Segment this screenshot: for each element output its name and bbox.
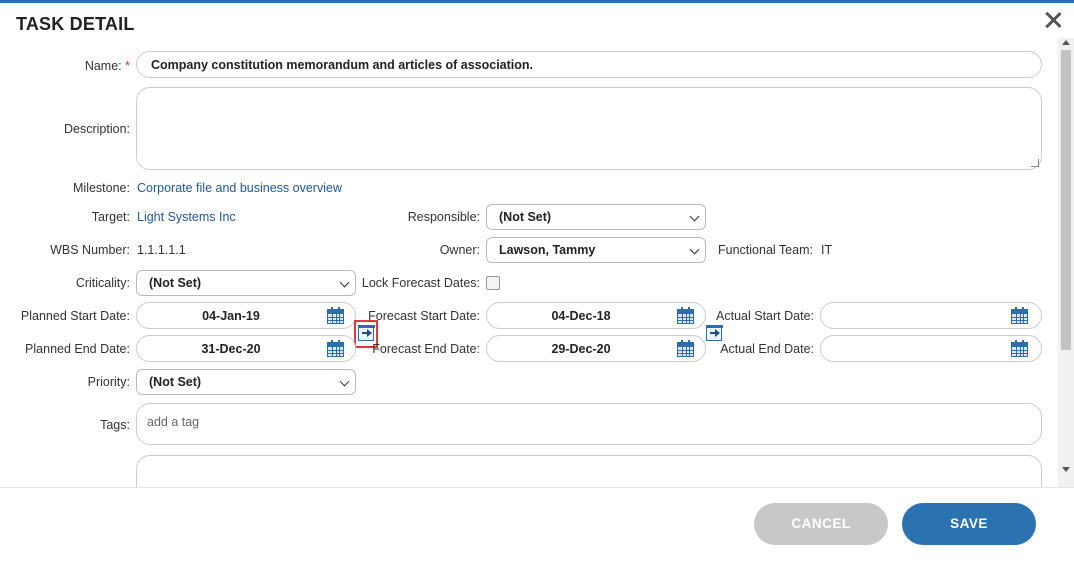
scroll-up-icon[interactable] [1062, 40, 1070, 45]
responsible-value: (Not Set) [499, 210, 552, 224]
vertical-scrollbar[interactable] [1058, 38, 1074, 487]
priority-select[interactable]: (Not Set) [136, 369, 356, 395]
criticality-label: Criticality: [75, 276, 130, 290]
actual-start-label: Actual Start Date: [716, 309, 814, 323]
close-icon[interactable] [1041, 8, 1065, 32]
forecast-end-field[interactable]: 29-Dec-20 [486, 335, 706, 362]
forecast-start-label: Forecast Start Date: [368, 309, 480, 323]
priority-label: Priority: [87, 375, 130, 389]
planned-end-label: Planned End Date: [25, 342, 130, 356]
planned-end-field[interactable]: 31-Dec-20 [136, 335, 356, 362]
actual-start-field[interactable] [820, 302, 1042, 329]
lock-forecast-label: Lock Forecast Dates: [361, 276, 480, 290]
priority-value: (Not Set) [149, 375, 202, 389]
required-marker: * [125, 59, 130, 73]
planned-end-value: 31-Dec-20 [201, 342, 261, 356]
chevron-down-icon [689, 211, 700, 222]
target-link[interactable]: Light Systems Inc [137, 210, 236, 224]
chevron-down-icon [339, 277, 350, 288]
task-detail-dialog: TASK DETAIL Name: * Company constitution… [0, 0, 1074, 562]
tags-placeholder: add a tag [147, 415, 200, 429]
calendar-icon[interactable] [327, 340, 344, 357]
planned-start-value: 04-Jan-19 [202, 309, 260, 323]
responsible-label: Responsible: [407, 210, 480, 224]
criticality-select[interactable]: (Not Set) [136, 270, 356, 296]
cancel-button[interactable]: CANCEL [754, 503, 888, 545]
resize-handle[interactable] [1031, 159, 1039, 167]
calendar-icon[interactable] [677, 307, 694, 324]
save-button[interactable]: SAVE [902, 503, 1036, 545]
scroll-thumb[interactable] [1061, 50, 1071, 350]
wbs-value: 1.1.1.1.1 [137, 243, 186, 257]
planned-start-field[interactable]: 04-Jan-19 [136, 302, 356, 329]
description-label: Description: [64, 122, 130, 136]
forecast-end-label: Forecast End Date: [372, 342, 480, 356]
lock-forecast-checkbox[interactable] [486, 276, 500, 290]
calendar-icon[interactable] [1011, 307, 1028, 324]
scroll-down-icon[interactable] [1062, 467, 1070, 472]
additional-field[interactable] [136, 455, 1042, 487]
calendar-icon[interactable] [327, 307, 344, 324]
forecast-start-field[interactable]: 04-Dec-18 [486, 302, 706, 329]
copy-date-arrow-icon[interactable] [358, 325, 375, 341]
dialog-footer: CANCEL SAVE [0, 487, 1074, 562]
functional-team-label: Functional Team: [718, 243, 813, 257]
target-label: Target: [91, 210, 130, 224]
name-field[interactable]: Company constitution memorandum and arti… [136, 51, 1042, 78]
name-label: Name: * [84, 59, 130, 73]
dialog-title: TASK DETAIL [16, 14, 135, 34]
owner-value: Lawson, Tammy [499, 243, 596, 257]
calendar-icon[interactable] [1011, 340, 1028, 357]
tags-input[interactable]: add a tag [136, 403, 1042, 445]
wbs-label: WBS Number: [50, 243, 130, 257]
criticality-value: (Not Set) [149, 276, 202, 290]
copy-date-arrow-icon[interactable] [706, 325, 723, 341]
dialog-body[interactable]: Name: * Company constitution memorandum … [0, 38, 1058, 487]
chevron-down-icon [689, 244, 700, 255]
forecast-end-value: 29-Dec-20 [551, 342, 611, 356]
tags-label: Tags: [100, 418, 130, 432]
actual-end-field[interactable] [820, 335, 1042, 362]
planned-start-label: Planned Start Date: [20, 309, 130, 323]
actual-end-label: Actual End Date: [720, 342, 814, 356]
description-field[interactable] [136, 87, 1042, 170]
functional-team-value: IT [821, 243, 833, 257]
milestone-label: Milestone: [73, 181, 130, 195]
forecast-start-value: 04-Dec-18 [551, 309, 611, 323]
owner-label: Owner: [439, 243, 480, 257]
name-value: Company constitution memorandum and arti… [151, 58, 534, 72]
responsible-select[interactable]: (Not Set) [486, 204, 706, 230]
calendar-icon[interactable] [677, 340, 694, 357]
owner-select[interactable]: Lawson, Tammy [486, 237, 706, 263]
milestone-link[interactable]: Corporate file and business overview [137, 181, 342, 195]
chevron-down-icon [339, 376, 350, 387]
dialog-header: TASK DETAIL [0, 6, 1074, 38]
